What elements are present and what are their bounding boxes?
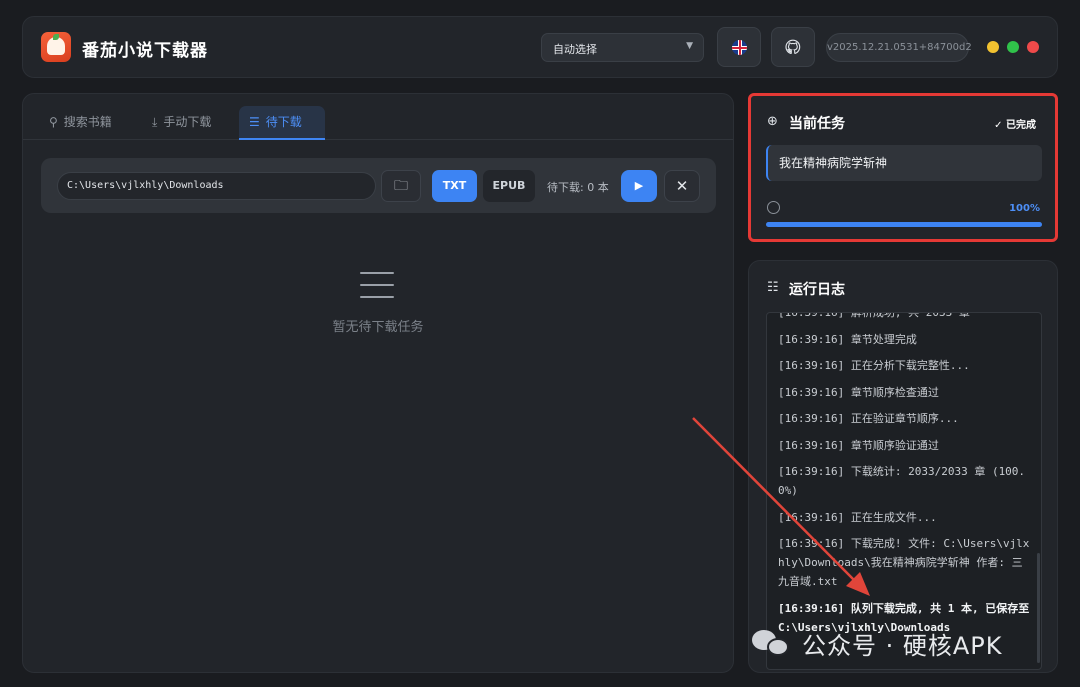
log-line: [16:39:16] 解析成功, 共 2033 章 [778,312,970,319]
log-title: 运行日志 [789,282,845,298]
log-line: [16:39:16] 正在验证章节顺序... [778,412,959,425]
close-window-button[interactable] [1027,41,1039,53]
pending-count: 待下载: 0 本 [547,181,609,194]
folder-icon: 🗀 [394,178,408,194]
tab-manual-download[interactable]: ⤓ 手动下载 [142,106,221,140]
log-lines: [16:39:16] 解析成功, 共 2033 章 [16:39:16] 章节处理… [778,312,1030,644]
log-line: [16:39:16] 正在分析下载完整性... [778,359,970,372]
log-panel: ☷ 运行日志 [16:39:16] 解析成功, 共 2033 章 [16:39:1… [748,260,1058,673]
top-bar: 番茄小说下载器 自动选择 ▼ v2025.12.21.0531+84700d2 [22,16,1058,78]
download-icon: ⤓ [152,115,158,129]
log-line: [16:39:16] 章节顺序验证通过 [778,438,939,452]
list-icon: ☰ [249,115,260,129]
tab-bar: ⚲ 搜索书籍 ⤓ 手动下载 ☰ 待下载 [23,94,733,140]
tab-search[interactable]: ⚲ 搜索书籍 [39,106,122,140]
minimize-button[interactable] [987,41,999,53]
current-task-panel: ⊕ 当前任务 ✓ 已完成 我在精神病院学斩神 100% [748,93,1058,242]
current-task-title: 当前任务 [789,116,845,132]
close-icon: ✕ [675,177,689,195]
play-icon: ▶ [634,179,644,192]
start-download-button[interactable]: ▶ [621,170,657,202]
source-select-value: 自动选择 [553,43,597,56]
github-icon [785,39,801,55]
save-path-input[interactable]: C:\Users\vjlxhly\Downloads [57,172,376,200]
uk-flag-icon [732,40,747,55]
tab-pending-label: 待下载 [265,115,302,129]
app-logo [41,32,71,62]
check-icon: ✓ [994,120,1003,131]
source-select[interactable]: 自动选择 ▼ [541,33,704,62]
task-progress-fill [766,222,1042,227]
clear-queue-button[interactable]: ✕ [664,170,700,202]
format-txt-button[interactable]: TXT [432,170,477,202]
tab-search-label: 搜索书籍 [63,115,112,129]
search-icon: ⚲ [49,115,58,129]
language-button[interactable] [717,27,761,67]
task-status-badge: ✓ 已完成 [994,116,1036,131]
chevron-down-icon: ▼ [686,41,693,51]
log-line: [16:39:16] 章节处理完成 [778,332,917,346]
maximize-button[interactable] [1007,41,1019,53]
choose-folder-button[interactable]: 🗀 [381,170,421,202]
version-badge: v2025.12.21.0531+84700d2 [826,33,972,62]
spinner-icon [767,201,780,214]
empty-state-text: 暂无待下载任务 [332,320,424,335]
log-line: [16:39:16] 正在生成文件... [778,510,937,524]
github-button[interactable] [771,27,815,67]
format-epub-button[interactable]: EPUB [483,170,535,202]
task-book-name: 我在精神病院学斩神 [766,145,1042,181]
main-panel: ⚲ 搜索书籍 ⤓ 手动下载 ☰ 待下载 C:\Users\vjlxhly\Downlo… [22,93,734,673]
tab-pending[interactable]: ☰ 待下载 [239,106,325,140]
empty-list-icon [360,272,394,298]
log-scrollbar[interactable] [1037,553,1040,663]
log-line: [16:39:16] 下载完成! 文件: C:\Users\vjlxhly\Do… [778,537,1030,588]
log-document-icon: ☷ [767,280,779,295]
task-progress-bar [766,222,1042,227]
watermark-text: 公众号 · 硬核APK [802,632,1003,660]
tab-manual-download-label: 手动下载 [163,115,212,129]
log-line: [16:39:16] 章节顺序检查通过 [778,385,939,399]
download-toolbar: C:\Users\vjlxhly\Downloads 🗀 TXT EPUB 待下… [41,158,716,213]
app-title: 番茄小说下载器 [82,41,208,61]
task-percent: 100% [1009,203,1040,214]
wechat-icon [752,628,792,658]
log-line: [16:39:16] 下载统计: 2033/2033 章 (100.0%) [778,465,1026,497]
download-circle-icon: ⊕ [767,114,778,129]
log-output[interactable]: [16:39:16] 解析成功, 共 2033 章 [16:39:16] 章节处理… [766,312,1042,670]
task-status-label: 已完成 [1006,120,1036,131]
